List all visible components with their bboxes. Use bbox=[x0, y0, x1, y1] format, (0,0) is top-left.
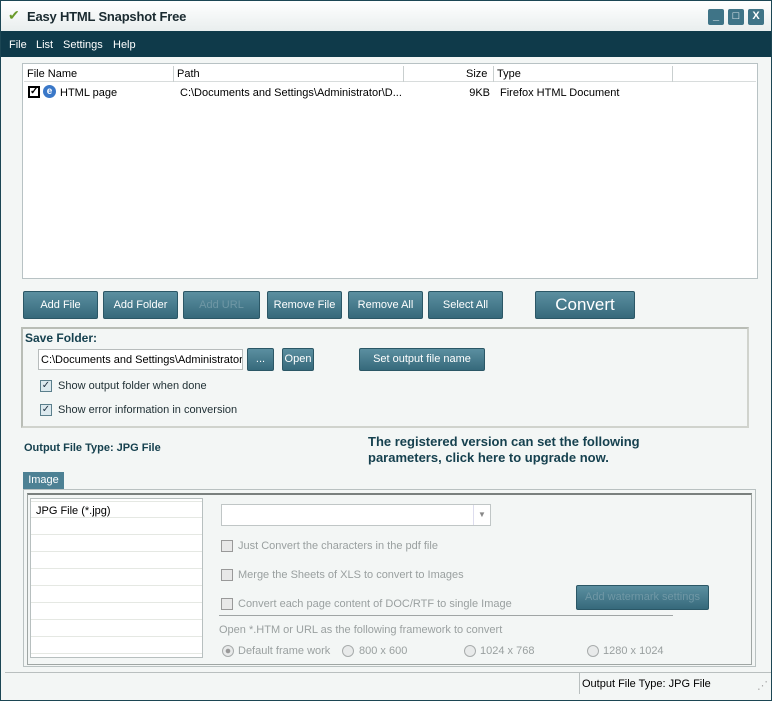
add-watermark-button[interactable]: Add watermark settings bbox=[576, 585, 709, 610]
add-file-button[interactable]: Add File bbox=[23, 291, 98, 319]
file-name: HTML page bbox=[60, 87, 118, 99]
window-title: Easy HTML Snapshot Free bbox=[27, 9, 187, 24]
menu-file[interactable]: File bbox=[9, 39, 27, 51]
framework-label: Open *.HTM or URL as the following frame… bbox=[219, 624, 503, 636]
remove-file-button[interactable]: Remove File bbox=[267, 291, 342, 319]
file-path: C:\Documents and Settings\Administrator\… bbox=[180, 87, 402, 99]
radio-default-frame-label: Default frame work bbox=[238, 645, 331, 657]
image-format-dropdown[interactable]: ▼ bbox=[221, 504, 491, 526]
list-item bbox=[31, 552, 202, 569]
file-size: 9KB bbox=[469, 87, 490, 99]
file-list-header: File Name Path Size Type bbox=[24, 65, 756, 82]
radio-800x600-label: 800 x 600 bbox=[359, 645, 408, 657]
open-folder-button[interactable]: Open bbox=[282, 348, 314, 371]
menu-list[interactable]: List bbox=[36, 39, 53, 51]
column-size[interactable]: Size bbox=[466, 68, 487, 80]
radio-800x600[interactable] bbox=[342, 645, 354, 657]
upgrade-line-2: parameters, click here to upgrade now. bbox=[368, 450, 609, 465]
row-checkbox[interactable]: ✓ bbox=[28, 86, 40, 98]
doc-single-image-checkbox[interactable] bbox=[221, 598, 233, 610]
chevron-down-icon[interactable]: ▼ bbox=[473, 505, 490, 525]
upgrade-line-1: The registered version can set the follo… bbox=[368, 434, 640, 449]
show-error-checkbox[interactable]: ✓ bbox=[40, 404, 52, 416]
status-divider bbox=[579, 673, 580, 694]
app-logo-icon: ✔ bbox=[8, 7, 20, 23]
set-output-file-name-button[interactable]: Set output file name bbox=[359, 348, 485, 371]
file-type: Firefox HTML Document bbox=[500, 87, 620, 99]
remove-all-button[interactable]: Remove All bbox=[348, 291, 423, 319]
list-item[interactable]: JPG File (*.jpg) bbox=[31, 501, 202, 518]
close-button[interactable]: X bbox=[748, 9, 764, 25]
list-item bbox=[31, 637, 202, 654]
save-folder-label: Save Folder: bbox=[25, 331, 98, 345]
save-folder-input[interactable] bbox=[38, 349, 243, 370]
menu-help[interactable]: Help bbox=[113, 39, 136, 51]
column-divider[interactable] bbox=[493, 66, 494, 82]
list-item bbox=[31, 518, 202, 535]
file-list[interactable]: File Name Path Size Type ✓ e HTML page C… bbox=[22, 63, 758, 279]
upgrade-link[interactable]: The registered version can set the follo… bbox=[368, 434, 640, 466]
merge-xls-checkbox[interactable] bbox=[221, 569, 233, 581]
select-all-button[interactable]: Select All bbox=[428, 291, 503, 319]
table-row[interactable]: ✓ e HTML page C:\Documents and Settings\… bbox=[24, 84, 756, 102]
show-output-folder-label: Show output folder when done bbox=[58, 380, 207, 392]
output-type-list[interactable]: JPG File (*.jpg) bbox=[30, 498, 203, 658]
browse-button[interactable]: ... bbox=[247, 348, 274, 371]
list-item bbox=[31, 620, 202, 637]
doc-single-image-label: Convert each page content of DOC/RTF to … bbox=[238, 598, 512, 610]
maximize-button[interactable]: □ bbox=[728, 9, 744, 25]
column-type[interactable]: Type bbox=[497, 68, 521, 80]
menu-settings[interactable]: Settings bbox=[63, 39, 103, 51]
status-bar: Output File Type: JPG File ⋰ bbox=[5, 672, 771, 694]
column-path[interactable]: Path bbox=[177, 68, 200, 80]
output-file-type: Output File Type: JPG File bbox=[24, 442, 161, 454]
list-item bbox=[31, 535, 202, 552]
add-url-button[interactable]: Add URL bbox=[183, 291, 260, 319]
divider bbox=[219, 615, 673, 616]
pdf-characters-label: Just Convert the characters in the pdf f… bbox=[238, 540, 438, 552]
column-divider[interactable] bbox=[173, 66, 174, 82]
app-window: ✔ Easy HTML Snapshot Free _ □ X File Lis… bbox=[0, 0, 772, 701]
status-output-type: Output File Type: JPG File bbox=[582, 678, 711, 690]
add-folder-button[interactable]: Add Folder bbox=[103, 291, 178, 319]
radio-default-frame[interactable] bbox=[222, 645, 234, 657]
minimize-button[interactable]: _ bbox=[708, 9, 724, 25]
column-divider[interactable] bbox=[403, 66, 404, 82]
title-bar: ✔ Easy HTML Snapshot Free _ □ X bbox=[1, 1, 771, 31]
radio-1280x1024-label: 1280 x 1024 bbox=[603, 645, 664, 657]
convert-button[interactable]: Convert bbox=[535, 291, 635, 319]
tab-image[interactable]: Image bbox=[23, 472, 64, 489]
radio-1024x768[interactable] bbox=[464, 645, 476, 657]
show-output-folder-checkbox[interactable]: ✓ bbox=[40, 380, 52, 392]
radio-1024x768-label: 1024 x 768 bbox=[480, 645, 535, 657]
list-item bbox=[31, 569, 202, 586]
list-item bbox=[31, 603, 202, 620]
menu-bar: File List Settings Help bbox=[1, 31, 771, 57]
merge-xls-label: Merge the Sheets of XLS to convert to Im… bbox=[238, 569, 464, 581]
show-error-label: Show error information in conversion bbox=[58, 404, 238, 416]
column-divider[interactable] bbox=[672, 66, 673, 82]
pdf-characters-checkbox[interactable] bbox=[221, 540, 233, 552]
radio-1280x1024[interactable] bbox=[587, 645, 599, 657]
resize-grip-icon[interactable]: ⋰ bbox=[757, 679, 768, 692]
list-item bbox=[31, 586, 202, 603]
column-file-name[interactable]: File Name bbox=[27, 68, 77, 80]
list-item-label: JPG File (*.jpg) bbox=[36, 505, 111, 517]
html-file-icon: e bbox=[43, 85, 56, 98]
